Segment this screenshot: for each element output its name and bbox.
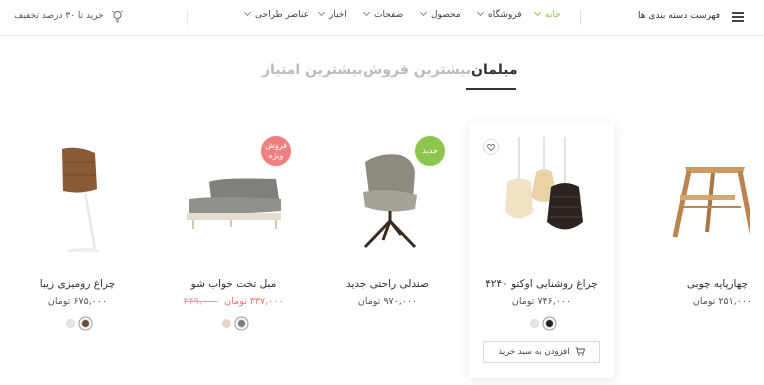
categories-menu-label[interactable]: فهرست دسته بندی ها <box>638 11 720 21</box>
nav-item-home[interactable]: خانه <box>533 8 561 20</box>
product-name[interactable]: چهارپایه چوبی <box>625 278 764 290</box>
product-price: ۹۷۰,۰۰۰ تومان <box>357 296 418 307</box>
chevron-down-icon <box>243 8 252 17</box>
chevron-down-icon <box>476 8 485 17</box>
nav-item-product[interactable]: محصول <box>419 8 461 20</box>
cart-icon <box>575 347 585 356</box>
product-price: ۶۷۵,۰۰۰ تومان <box>47 296 108 307</box>
swatch-black[interactable] <box>544 319 554 328</box>
swatch-brown[interactable] <box>80 319 90 328</box>
chevron-down-icon <box>533 8 542 17</box>
product-name[interactable]: چراغ رومیزی زیبا <box>5 278 150 290</box>
lightbulb-icon <box>112 10 123 23</box>
product-name[interactable]: مبل تخت خواب شو <box>161 278 306 290</box>
product-price: ۲۵۱,۰۰۰ تومان <box>692 296 753 307</box>
top-navigation-bar: فهرست دسته بندی ها خانه فروشگاه محصول صف… <box>0 0 764 36</box>
sale-price: ۳۳۷,۰۰۰ تومان <box>224 296 284 307</box>
product-card[interactable]: چراغ روشنایی اوکتو ۴۲۴۰ ۷۴۶,۰۰۰ تومان اف… <box>469 123 614 378</box>
nav-item-design-elements[interactable]: عناصر طراحی <box>243 8 309 20</box>
color-swatches <box>469 319 614 328</box>
product-price: ۳۳۷,۰۰۰ تومان ۴۴۹,۰۰۰ <box>161 296 306 307</box>
swatch-light-gray[interactable] <box>65 319 75 328</box>
active-tab-underline <box>466 88 516 90</box>
product-card[interactable]: جدید صندلی راحتی جدید ۹۷۰,۰۰۰ تومان <box>315 123 460 378</box>
hamburger-menu-icon[interactable] <box>732 12 744 22</box>
wooden-stool-icon <box>672 167 750 238</box>
swatch-gray[interactable] <box>236 319 246 328</box>
swatch-beige[interactable] <box>221 319 231 328</box>
chevron-down-icon <box>362 8 371 17</box>
add-to-cart-button[interactable]: افزودن به سبد خرید <box>483 341 600 363</box>
swatch-light-gray[interactable] <box>529 319 539 328</box>
pendant-lamps-icon <box>505 137 583 230</box>
armchair-icon <box>363 154 417 249</box>
nav-item-news[interactable]: اخبار <box>317 8 347 20</box>
nav-item-pages[interactable]: صفحات <box>362 8 403 20</box>
tab-best-selling[interactable]: بیشترین فروش <box>363 62 471 78</box>
chevron-down-icon <box>419 8 428 17</box>
nav-item-shop[interactable]: فروشگاه <box>476 8 522 20</box>
nav-divider <box>187 10 188 25</box>
product-card[interactable]: فروش ویژه مبل تخت خواب شو ۳۳۷,۰۰۰ تومان … <box>161 123 306 378</box>
chevron-down-icon <box>317 8 326 17</box>
desk-lamp-icon <box>62 147 99 252</box>
tab-furniture[interactable]: مبلمان <box>471 62 518 78</box>
promo-text: خرید تا ۳۰ درصد تخفیف <box>14 11 104 21</box>
color-swatches <box>5 319 150 328</box>
sofa-bed-icon <box>187 178 281 229</box>
product-card[interactable]: چهارپایه چوبی ۲۵۱,۰۰۰ تومان <box>625 123 764 378</box>
old-price: ۴۴۹,۰۰۰ <box>183 296 218 307</box>
product-name[interactable]: چراغ روشنایی اوکتو ۴۲۴۰ <box>469 278 614 290</box>
color-swatches <box>161 319 306 328</box>
product-card[interactable]: چراغ رومیزی زیبا ۶۷۵,۰۰۰ تومان <box>5 123 150 378</box>
tab-top-rated[interactable]: بیشترین امتیاز <box>262 62 363 78</box>
product-price: ۷۴۶,۰۰۰ تومان <box>511 296 572 307</box>
product-name[interactable]: صندلی راحتی جدید <box>315 278 460 290</box>
nav-divider <box>580 10 581 25</box>
